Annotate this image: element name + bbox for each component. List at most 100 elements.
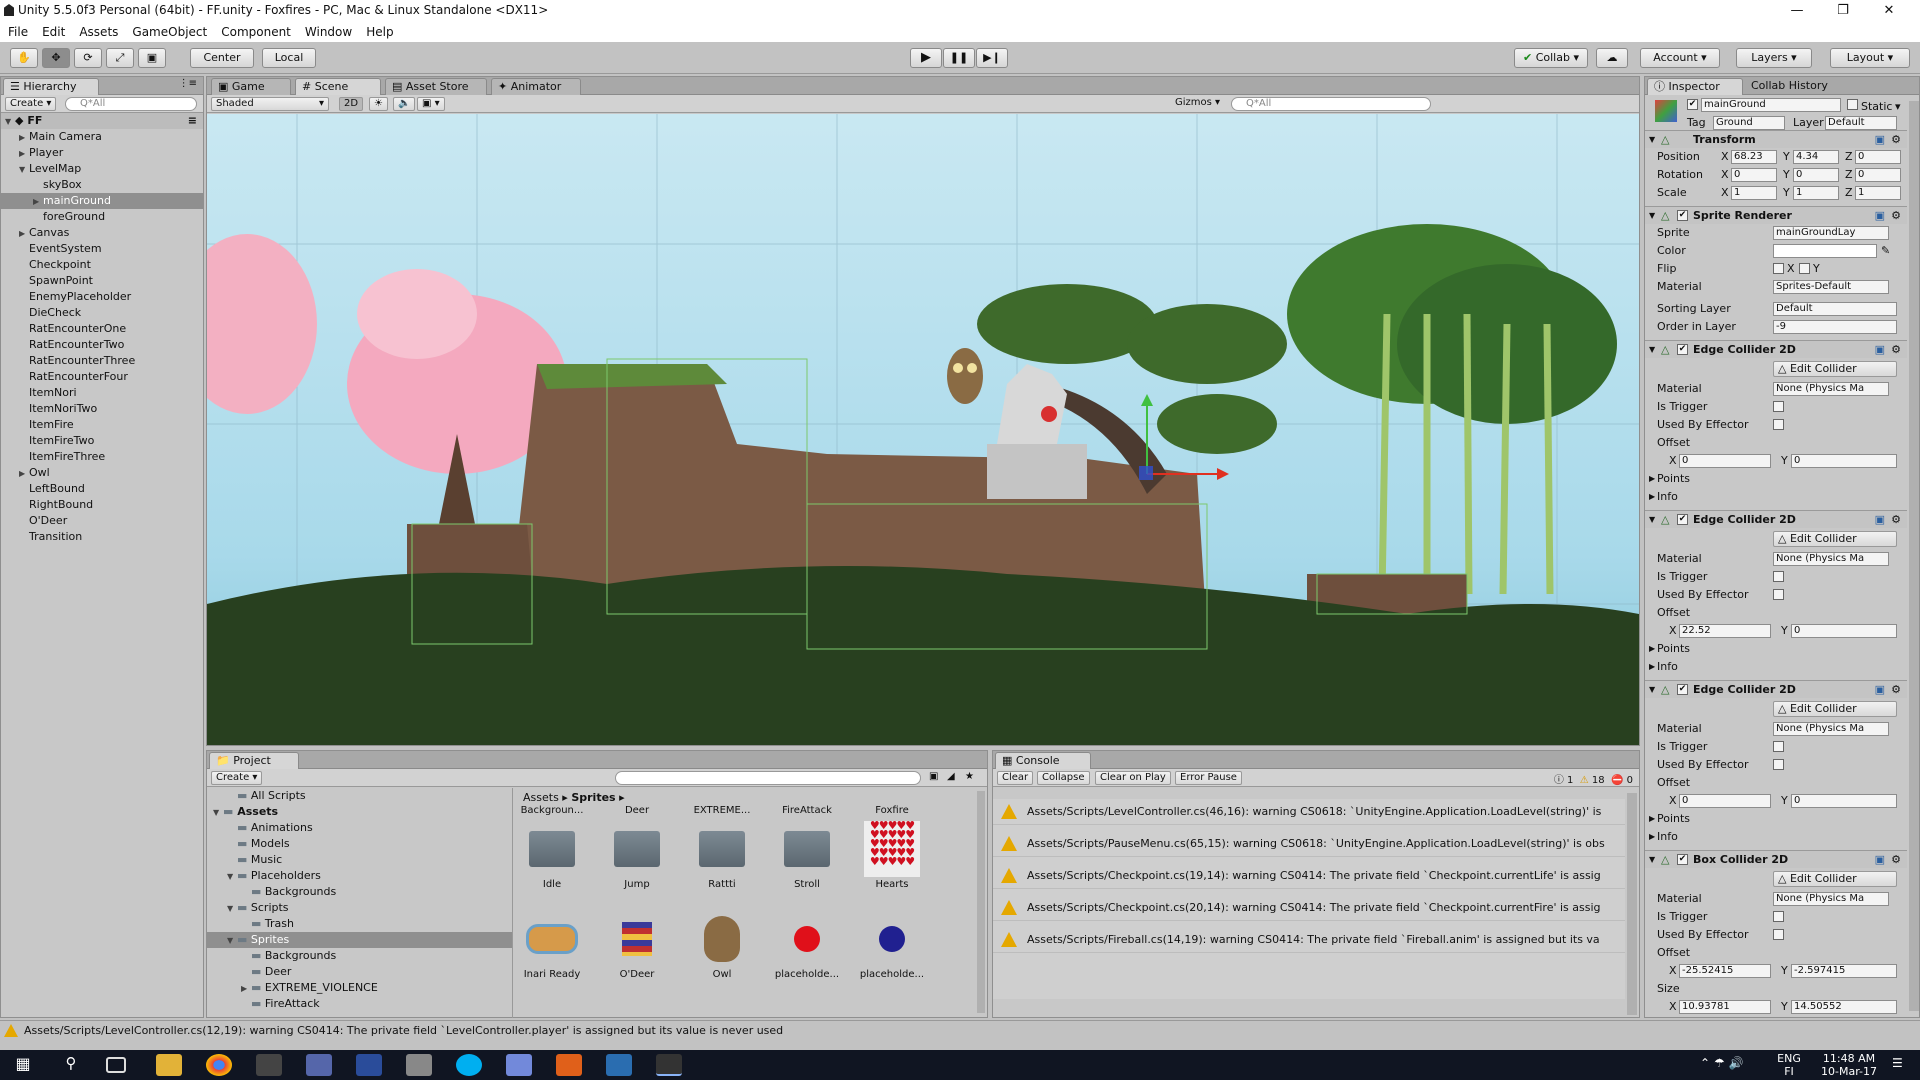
language-indicator[interactable]: ENG FI bbox=[1774, 1052, 1804, 1078]
asset-hearts[interactable]: ♥♥♥♥♥ ♥♥♥♥♥ ♥♥♥♥♥ ♥♥♥♥♥ ♥♥♥♥♥ Hearts bbox=[857, 820, 927, 890]
rotation-y-field[interactable]: 0 bbox=[1793, 168, 1839, 182]
expand-arrow-icon[interactable]: ▶ bbox=[19, 146, 29, 162]
help-icon[interactable]: ▣ bbox=[1875, 681, 1885, 699]
size-x-field[interactable]: 10.93781 bbox=[1679, 1000, 1771, 1014]
project-folder-item[interactable]: ▬ FireAttack bbox=[207, 996, 512, 1012]
component-header[interactable]: ▼ △ ✔ Sprite Renderer ▣ ⚙ bbox=[1645, 206, 1907, 224]
project-folder-item[interactable]: ▼ ▬ Sprites bbox=[207, 932, 512, 948]
discord-icon[interactable] bbox=[506, 1054, 532, 1076]
menu-item-assets[interactable]: Assets bbox=[79, 22, 118, 42]
help-icon[interactable]: ▣ bbox=[1875, 851, 1885, 869]
hierarchy-search-input[interactable]: Q*All bbox=[65, 97, 197, 111]
hierarchy-item[interactable]: Transition bbox=[1, 529, 203, 545]
asset-book[interactable]: O'Deer bbox=[602, 915, 672, 980]
tab-animator[interactable]: ✦ Animator bbox=[491, 78, 581, 95]
tab-asset-store[interactable]: ▤ Asset Store bbox=[385, 78, 487, 95]
search-icon[interactable]: ⚲ bbox=[58, 1054, 84, 1076]
pivot-center-button[interactable]: Center bbox=[190, 48, 254, 68]
project-create-button[interactable]: Create ▾ bbox=[211, 771, 263, 785]
active-checkbox[interactable]: ✔ bbox=[1687, 99, 1698, 110]
notification-icon[interactable]: ☰ bbox=[1892, 1056, 1903, 1070]
object-name-input[interactable]: mainGround bbox=[1701, 98, 1841, 112]
physics-material-field[interactable]: None (Physics Ma bbox=[1773, 382, 1889, 396]
hierarchy-item[interactable]: ItemFireTwo bbox=[1, 433, 203, 449]
layers-dropdown[interactable]: Layers ▾ bbox=[1736, 48, 1812, 68]
expand-arrow-icon[interactable]: ▶ bbox=[1649, 810, 1655, 828]
project-folder-item[interactable]: ▬ Backgrounds bbox=[207, 948, 512, 964]
console-log-entry[interactable]: Assets/Scripts/Checkpoint.cs(20,14): war… bbox=[993, 895, 1625, 921]
sorting-layer-dropdown[interactable]: Default bbox=[1773, 302, 1897, 316]
project-scrollbar[interactable] bbox=[977, 791, 985, 1013]
hierarchy-item[interactable]: skyBox bbox=[1, 177, 203, 193]
project-folder-item[interactable]: ▬ Models bbox=[207, 836, 512, 852]
asset-food[interactable]: Inari Ready bbox=[517, 915, 587, 980]
component-gear-icon[interactable]: ⚙ bbox=[1891, 131, 1901, 149]
asset-folder[interactable]: Idle bbox=[517, 825, 587, 890]
menu-item-help[interactable]: Help bbox=[366, 22, 393, 42]
component-gear-icon[interactable]: ⚙ bbox=[1891, 341, 1901, 359]
used-by-effector-checkbox[interactable] bbox=[1773, 419, 1784, 430]
expand-arrow-icon[interactable]: ▶ bbox=[1649, 470, 1655, 488]
scale-y-field[interactable]: 1 bbox=[1793, 186, 1839, 200]
scene-search-input[interactable]: Q*All bbox=[1231, 97, 1431, 111]
console-collapse-button[interactable]: Collapse bbox=[1037, 771, 1090, 785]
scene-root[interactable]: ▼ ◆ FF ≡ bbox=[1, 113, 203, 129]
component-header[interactable]: ▼ △ ✔ Edge Collider 2D ▣ ⚙ bbox=[1645, 510, 1907, 528]
hierarchy-item[interactable]: RatEncounterFour bbox=[1, 369, 203, 385]
used-by-effector-checkbox[interactable] bbox=[1773, 759, 1784, 770]
hierarchy-item[interactable]: ItemFireThree bbox=[1, 449, 203, 465]
scale-tool-icon[interactable]: ⤢ bbox=[106, 48, 134, 68]
edit-collider-button[interactable]: △ Edit Collider bbox=[1773, 871, 1897, 887]
hierarchy-item[interactable]: RatEncounterThree bbox=[1, 353, 203, 369]
expand-arrow-icon[interactable]: ▼ bbox=[227, 933, 237, 949]
cloud-icon[interactable]: ☁ bbox=[1596, 48, 1628, 68]
component-header[interactable]: ▼ △ Transform ▣ ⚙ bbox=[1645, 130, 1907, 148]
expand-arrow-icon[interactable]: ▶ bbox=[1649, 828, 1655, 846]
flip-x-checkbox[interactable] bbox=[1773, 263, 1784, 274]
pause-button[interactable]: ❚❚ bbox=[943, 48, 975, 68]
step-button[interactable]: ▶❙ bbox=[976, 48, 1008, 68]
file-explorer-icon[interactable] bbox=[156, 1054, 182, 1076]
expand-arrow-icon[interactable]: ▼ bbox=[227, 901, 237, 917]
gear-app-icon[interactable] bbox=[306, 1054, 332, 1076]
component-enabled-checkbox[interactable]: ✔ bbox=[1677, 514, 1688, 525]
expand-arrow-icon[interactable]: ▼ bbox=[19, 162, 29, 178]
console-log-entry[interactable]: Assets/Scripts/Checkpoint.cs(19,14): war… bbox=[993, 863, 1625, 889]
offset-x-field[interactable]: -25.52415 bbox=[1679, 964, 1771, 978]
menu-item-window[interactable]: Window bbox=[305, 22, 352, 42]
expand-arrow-icon[interactable]: ▼ bbox=[1649, 681, 1655, 699]
component-header[interactable]: ▼ △ ✔ Edge Collider 2D ▣ ⚙ bbox=[1645, 340, 1907, 358]
asset-red-dot[interactable]: placeholde... bbox=[772, 915, 842, 980]
hierarchy-item[interactable]: EnemyPlaceholder bbox=[1, 289, 203, 305]
console-clear-on-play-button[interactable]: Clear on Play bbox=[1095, 771, 1171, 785]
hierarchy-item[interactable]: ▶ Player bbox=[1, 145, 203, 161]
component-enabled-checkbox[interactable]: ✔ bbox=[1677, 684, 1688, 695]
breadcrumb-assets[interactable]: Assets bbox=[523, 791, 559, 804]
windows-start-icon[interactable]: ▦ bbox=[10, 1054, 36, 1076]
tray-icons[interactable]: ⌃ ☂ 🔊 bbox=[1700, 1056, 1743, 1070]
hierarchy-item[interactable]: ▶ Owl bbox=[1, 465, 203, 481]
rect-tool-icon[interactable]: ▣ bbox=[138, 48, 166, 68]
menu-item-file[interactable]: File bbox=[8, 22, 28, 42]
expand-arrow-icon[interactable]: ▶ bbox=[19, 226, 29, 242]
expand-arrow-icon[interactable]: ▼ bbox=[213, 805, 223, 821]
scale-z-field[interactable]: 1 bbox=[1855, 186, 1901, 200]
expand-arrow-icon[interactable]: ▼ bbox=[1649, 341, 1655, 359]
project-folder-item[interactable]: ▼ ▬ Assets bbox=[207, 804, 512, 820]
color-swatch[interactable] bbox=[1773, 244, 1877, 258]
clock[interactable]: 11:48 AM 10-Mar-17 bbox=[1814, 1052, 1884, 1078]
help-icon[interactable]: ▣ bbox=[1875, 207, 1885, 225]
expand-arrow-icon[interactable]: ▶ bbox=[241, 981, 251, 997]
offset-x-field[interactable]: 0 bbox=[1679, 454, 1771, 468]
edit-collider-button[interactable]: △ Edit Collider bbox=[1773, 361, 1897, 377]
inspector-scrollbar[interactable] bbox=[1909, 101, 1919, 1011]
material-field[interactable]: Sprites-Default bbox=[1773, 280, 1889, 294]
component-gear-icon[interactable]: ⚙ bbox=[1891, 511, 1901, 529]
project-search-input[interactable] bbox=[615, 771, 921, 785]
help-icon[interactable]: ▣ bbox=[1875, 341, 1885, 359]
expand-arrow-icon[interactable]: ▶ bbox=[1649, 640, 1655, 658]
offset-x-field[interactable]: 22.52 bbox=[1679, 624, 1771, 638]
hierarchy-item[interactable]: RatEncounterTwo bbox=[1, 337, 203, 353]
component-gear-icon[interactable]: ⚙ bbox=[1891, 681, 1901, 699]
is-trigger-checkbox[interactable] bbox=[1773, 911, 1784, 922]
